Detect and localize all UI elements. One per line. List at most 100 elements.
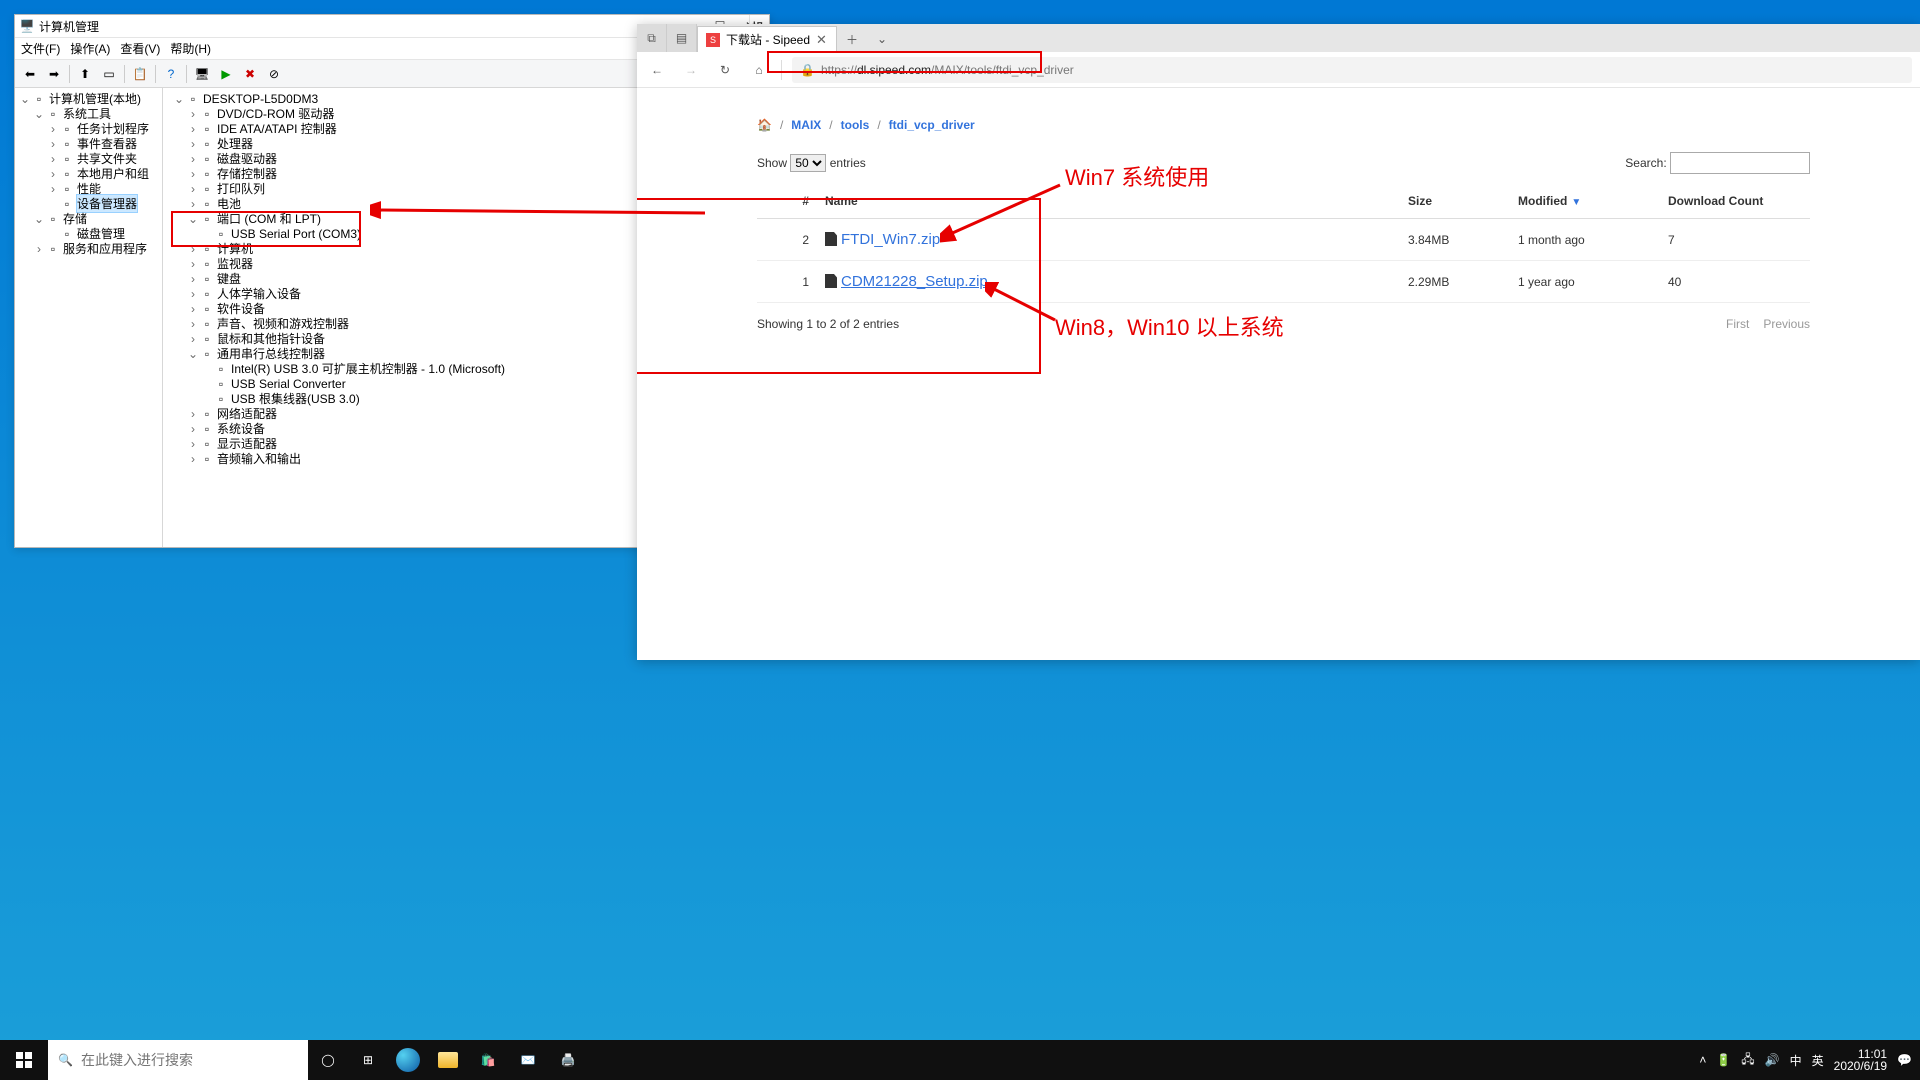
up-button[interactable]: ⬆ <box>74 63 96 85</box>
search-input[interactable] <box>81 1040 298 1080</box>
refresh-button[interactable]: ↻ <box>713 58 737 82</box>
tree-item[interactable]: ⌄▫计算机管理(本地) <box>17 91 160 106</box>
tree-item[interactable]: ›▫事件查看器 <box>17 136 160 151</box>
tree-item[interactable]: ›▫本地用户和组 <box>17 166 160 181</box>
tree-twisty-icon[interactable]: › <box>47 122 59 136</box>
tray-ime-lang[interactable]: 中 <box>1790 1052 1802 1069</box>
new-tab-button[interactable]: ＋ <box>837 26 867 52</box>
crumb-maix[interactable]: MAIX <box>791 118 821 132</box>
disable-device-button[interactable]: ✖ <box>239 63 261 85</box>
set-aside-tabs-button[interactable]: ▤ <box>667 24 697 52</box>
start-button[interactable] <box>0 1040 48 1080</box>
tray-ime-sub[interactable]: 英 <box>1812 1052 1824 1069</box>
tab-actions-button[interactable]: ⧉ <box>637 24 667 52</box>
tree-twisty-icon[interactable]: › <box>187 302 199 316</box>
tree-twisty-icon[interactable]: › <box>47 182 59 196</box>
tree-twisty-icon[interactable]: › <box>187 272 199 286</box>
forward-button[interactable]: ➡ <box>43 63 65 85</box>
console-tree[interactable]: ⌄▫计算机管理(本地)⌄▫系统工具›▫任务计划程序›▫事件查看器›▫共享文件夹›… <box>15 88 163 547</box>
col-size[interactable]: Size <box>1400 184 1510 219</box>
crumb-tools[interactable]: tools <box>841 118 870 132</box>
address-bar[interactable]: 🔒 https://dl.sipeed.com/MAIX/tools/ftdi_… <box>792 57 1912 83</box>
tree-twisty-icon[interactable]: › <box>187 437 199 451</box>
tree-item[interactable]: ▫磁盘管理 <box>17 226 160 241</box>
taskbar-store[interactable]: 🛍️ <box>468 1040 508 1080</box>
tray-notifications-icon[interactable]: 💬 <box>1897 1053 1912 1067</box>
menu-view[interactable]: 查看(V) <box>120 40 160 57</box>
tree-item[interactable]: ›▫任务计划程序 <box>17 121 160 136</box>
tree-twisty-icon[interactable]: › <box>187 197 199 211</box>
tree-twisty-icon[interactable]: › <box>187 452 199 466</box>
taskbar-explorer[interactable] <box>428 1040 468 1080</box>
tree-twisty-icon[interactable]: ⌄ <box>173 92 185 106</box>
tree-twisty-icon[interactable]: › <box>187 242 199 256</box>
tree-twisty-icon[interactable]: ⌄ <box>187 347 199 361</box>
tree-twisty-icon[interactable]: › <box>187 137 199 151</box>
scan-hardware-button[interactable]: 🖥 <box>191 63 213 85</box>
help-button[interactable]: ? <box>160 63 182 85</box>
browser-tab[interactable]: S 下载站 - Sipeed ✕ <box>697 26 837 52</box>
tray-chevron-up-icon[interactable]: ˄ <box>1699 1053 1706 1067</box>
tree-twisty-icon[interactable]: › <box>187 167 199 181</box>
col-download-count[interactable]: Download Count <box>1660 184 1810 219</box>
tree-twisty-icon[interactable]: › <box>187 287 199 301</box>
close-tab-icon[interactable]: ✕ <box>816 32 827 48</box>
tray-battery-icon[interactable]: 🔋 <box>1716 1053 1731 1067</box>
col-modified[interactable]: Modified▼ <box>1510 184 1660 219</box>
tree-twisty-icon[interactable]: › <box>47 167 59 181</box>
tree-item[interactable]: ⌄▫存储 <box>17 211 160 226</box>
properties-button[interactable]: 📋 <box>129 63 151 85</box>
col-num[interactable]: # <box>757 184 817 219</box>
back-button[interactable]: ⬅ <box>19 63 41 85</box>
tree-twisty-icon[interactable]: › <box>47 137 59 151</box>
menu-help[interactable]: 帮助(H) <box>170 40 211 57</box>
tree-twisty-icon[interactable]: ⌄ <box>187 212 199 226</box>
search-input[interactable] <box>1670 152 1810 174</box>
tree-twisty-icon[interactable]: ⌄ <box>33 212 45 226</box>
tray-volume-icon[interactable]: 🔊 <box>1765 1053 1780 1067</box>
home-icon[interactable]: 🏠 <box>757 118 772 132</box>
nav-forward-button[interactable]: → <box>679 58 703 82</box>
tree-twisty-icon[interactable]: › <box>187 122 199 136</box>
file-link-cdm[interactable]: CDM21228_Setup.zip <box>841 273 988 290</box>
tree-item[interactable]: ›▫性能 <box>17 181 160 196</box>
tree-item[interactable]: ›▫共享文件夹 <box>17 151 160 166</box>
col-name[interactable]: Name <box>817 184 1400 219</box>
tree-twisty-icon[interactable]: ⌄ <box>19 92 31 106</box>
task-view-button[interactable]: ⊞ <box>348 1040 388 1080</box>
tree-twisty-icon[interactable]: › <box>47 152 59 166</box>
uninstall-device-button[interactable]: ⊘ <box>263 63 285 85</box>
tree-item[interactable]: ▫设备管理器 <box>17 196 160 211</box>
cortana-button[interactable]: ◯ <box>308 1040 348 1080</box>
tree-twisty-icon[interactable]: › <box>187 407 199 421</box>
enable-device-button[interactable]: ▶ <box>215 63 237 85</box>
tree-twisty-icon[interactable]: › <box>187 422 199 436</box>
tree-item[interactable]: ›▫服务和应用程序 <box>17 241 160 256</box>
pager-prev[interactable]: Previous <box>1763 317 1810 331</box>
pager-first[interactable]: First <box>1726 317 1749 331</box>
tree-twisty-icon[interactable]: › <box>187 257 199 271</box>
menu-action[interactable]: 操作(A) <box>70 40 110 57</box>
home-button[interactable]: ⌂ <box>747 58 771 82</box>
tree-item[interactable]: ⌄▫系统工具 <box>17 106 160 121</box>
crumb-ftdi[interactable]: ftdi_vcp_driver <box>889 118 975 132</box>
nav-back-button[interactable]: ← <box>645 58 669 82</box>
tree-twisty-icon[interactable]: › <box>33 242 45 256</box>
taskbar-edge[interactable] <box>388 1040 428 1080</box>
tree-twisty-icon[interactable]: › <box>187 332 199 346</box>
menu-file[interactable]: 文件(F) <box>21 40 60 57</box>
tree-twisty-icon[interactable]: › <box>187 107 199 121</box>
tray-clock[interactable]: 11:01 2020/6/19 <box>1834 1048 1887 1072</box>
tree-twisty-icon[interactable]: ⌄ <box>33 107 45 121</box>
tray-network-icon[interactable]: 🖧 <box>1741 1050 1754 1071</box>
tree-twisty-icon[interactable]: › <box>187 317 199 331</box>
tree-twisty-icon[interactable]: › <box>187 152 199 166</box>
entries-select[interactable]: 50 <box>790 154 826 172</box>
file-link-win7[interactable]: FTDI_Win7.zip <box>841 231 940 248</box>
show-hide-tree[interactable]: ▭ <box>98 63 120 85</box>
tree-twisty-icon[interactable]: › <box>187 182 199 196</box>
taskbar-app[interactable]: 🖨️ <box>548 1040 588 1080</box>
taskbar-search[interactable]: 🔍 <box>48 1040 308 1080</box>
taskbar-mail[interactable]: ✉️ <box>508 1040 548 1080</box>
tab-overflow-button[interactable]: ⌄ <box>867 26 897 52</box>
